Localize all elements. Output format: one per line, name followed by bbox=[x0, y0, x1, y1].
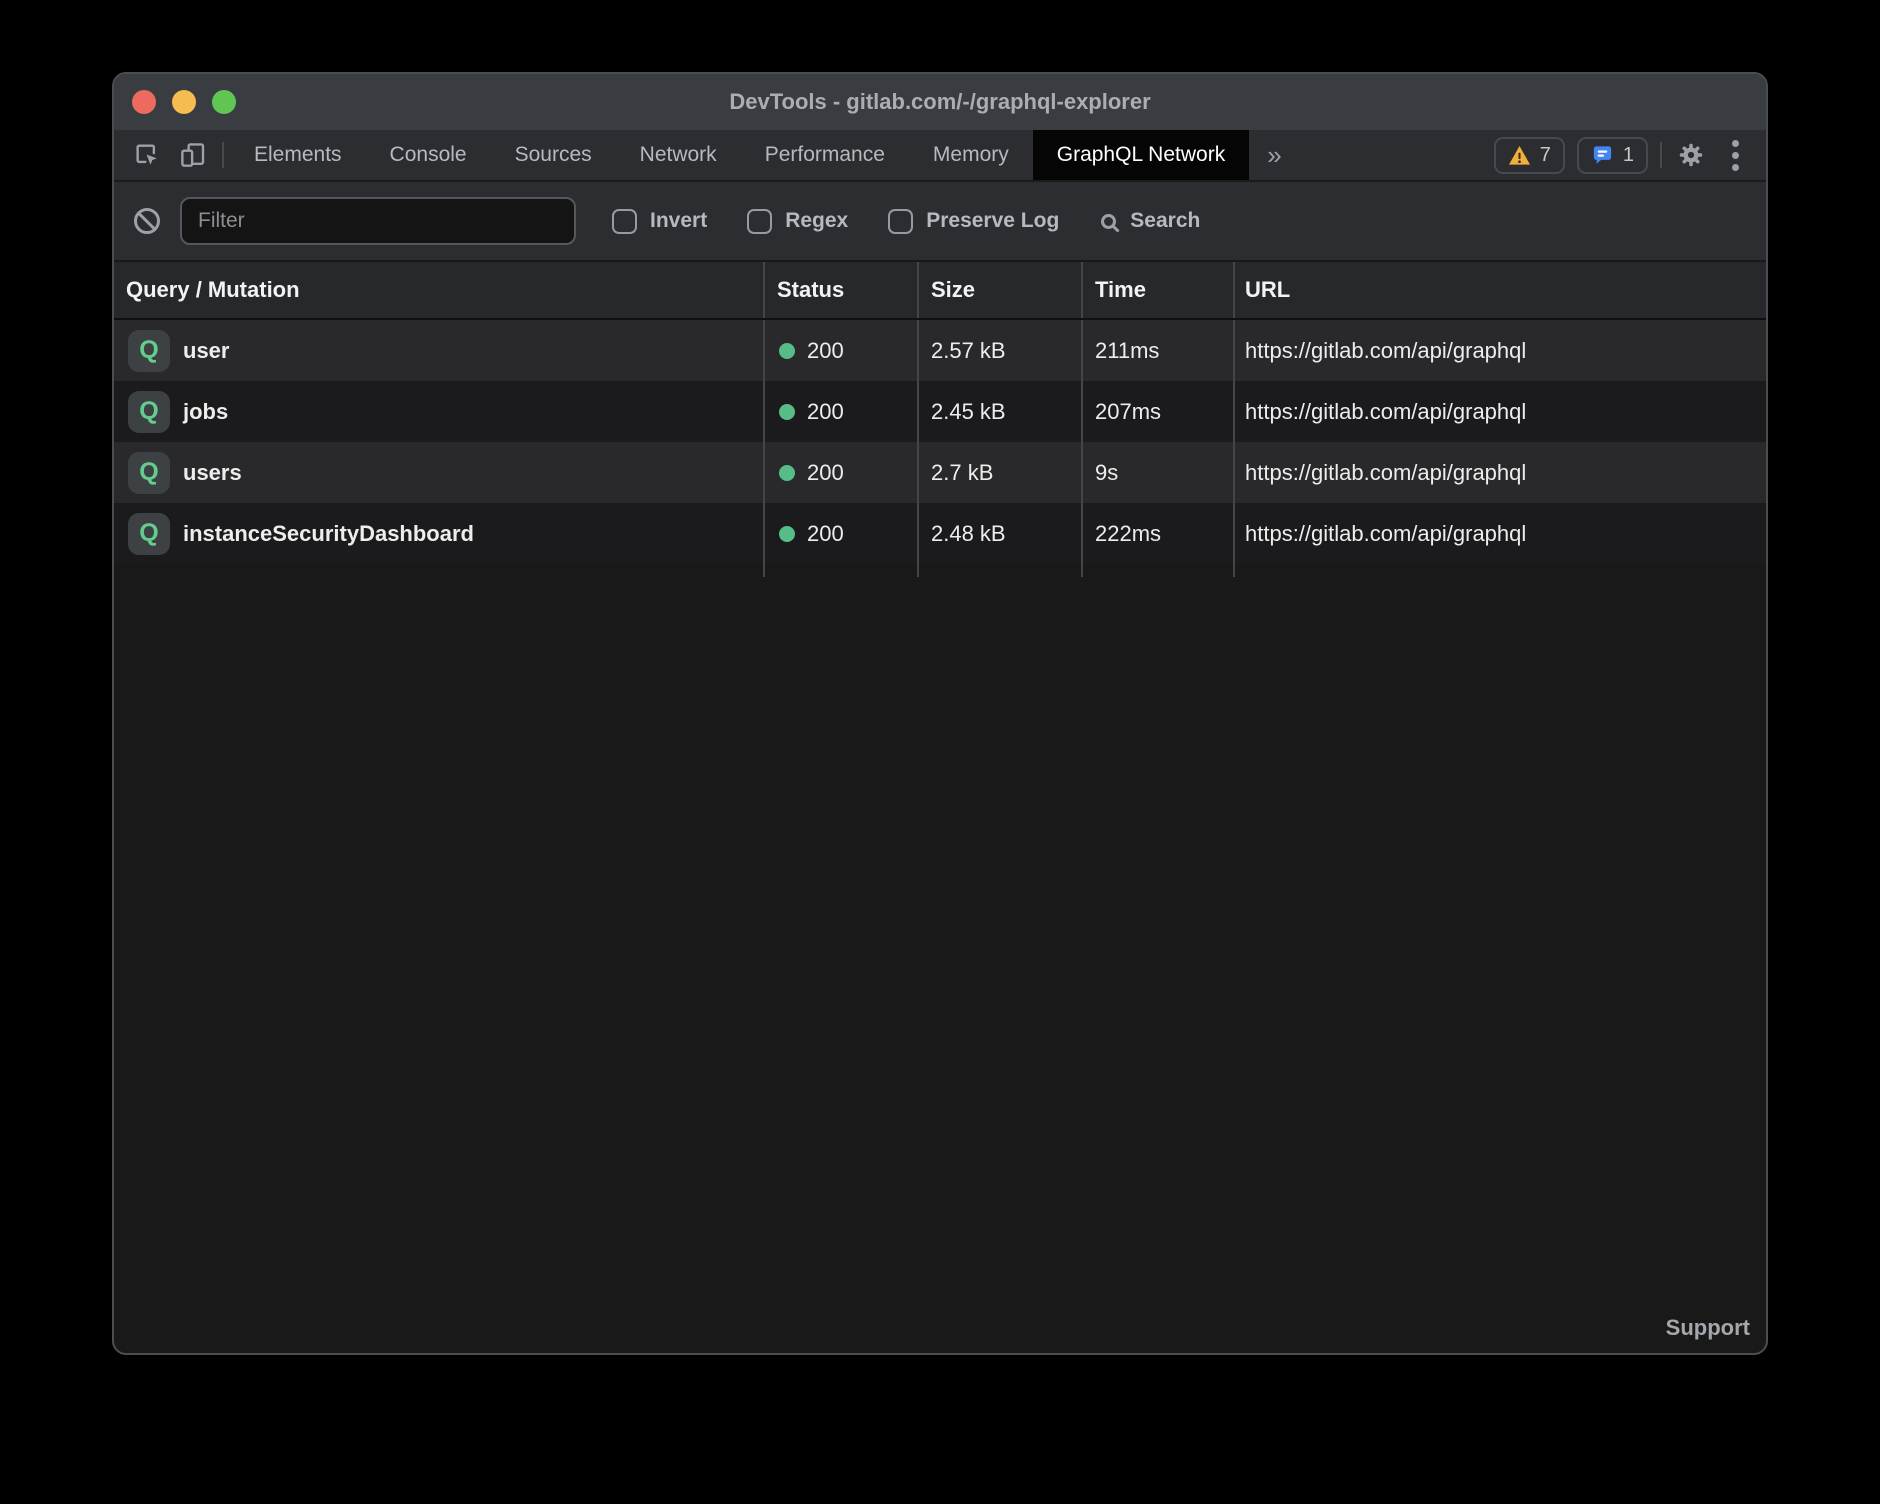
size-cell: 2.57 kB bbox=[919, 320, 1083, 381]
tab-console[interactable]: Console bbox=[366, 130, 491, 180]
close-button[interactable] bbox=[132, 90, 156, 114]
filter-input[interactable] bbox=[180, 197, 576, 245]
graphql-requests-table: Query / Mutation Status Size Time URL Q … bbox=[114, 262, 1766, 577]
warnings-badge[interactable]: 7 bbox=[1494, 137, 1565, 174]
status-ok-dot bbox=[779, 526, 795, 542]
settings-gear-icon[interactable] bbox=[1674, 138, 1708, 172]
devtools-window: DevTools - gitlab.com/-/graphql-explorer bbox=[112, 72, 1768, 1355]
url-cell: https://gitlab.com/api/graphql bbox=[1235, 442, 1766, 503]
tab-performance[interactable]: Performance bbox=[741, 130, 909, 180]
regex-checkbox[interactable]: Regex bbox=[747, 209, 848, 234]
status-code: 200 bbox=[807, 460, 844, 486]
tab-memory[interactable]: Memory bbox=[909, 130, 1033, 180]
time-cell: 222ms bbox=[1083, 503, 1235, 564]
column-header-status[interactable]: Status bbox=[765, 262, 919, 318]
search-control[interactable]: Search bbox=[1101, 209, 1200, 233]
issues-count: 1 bbox=[1623, 144, 1634, 167]
invert-checkbox[interactable]: Invert bbox=[612, 209, 707, 234]
toolbar-divider bbox=[222, 142, 224, 168]
status-code: 200 bbox=[807, 338, 844, 364]
column-header-size[interactable]: Size bbox=[919, 262, 1083, 318]
tab-elements[interactable]: Elements bbox=[230, 130, 366, 180]
filter-toolbar: Invert Regex Preserve Log Search bbox=[114, 182, 1766, 262]
titlebar: DevTools - gitlab.com/-/graphql-explorer bbox=[114, 74, 1766, 130]
query-name: user bbox=[183, 338, 229, 364]
checkbox-box bbox=[888, 209, 913, 234]
query-type-badge: Q bbox=[128, 330, 170, 372]
url-cell: https://gitlab.com/api/graphql bbox=[1235, 503, 1766, 564]
url-cell: https://gitlab.com/api/graphql bbox=[1235, 381, 1766, 442]
device-toolbar-icon[interactable] bbox=[176, 138, 210, 172]
table-row[interactable]: Q user 200 2.57 kB 211ms https://gitlab.… bbox=[114, 320, 1766, 381]
window-title: DevTools - gitlab.com/-/graphql-explorer bbox=[114, 89, 1766, 115]
checkbox-box bbox=[747, 209, 772, 234]
query-cell: Q jobs bbox=[114, 381, 765, 442]
column-separator-tail bbox=[114, 564, 1766, 577]
traffic-lights bbox=[132, 90, 236, 114]
table-row[interactable]: Q users 200 2.7 kB 9s https://gitlab.com… bbox=[114, 442, 1766, 503]
kebab-menu-icon[interactable] bbox=[1720, 138, 1750, 172]
tab-sources[interactable]: Sources bbox=[491, 130, 616, 180]
tool-icons bbox=[114, 130, 222, 180]
query-name: instanceSecurityDashboard bbox=[183, 521, 474, 547]
status-code: 200 bbox=[807, 521, 844, 547]
devtools-tabbar: Elements Console Sources Network Perform… bbox=[114, 130, 1766, 182]
size-cell: 2.7 kB bbox=[919, 442, 1083, 503]
controls-divider bbox=[1660, 142, 1662, 168]
warning-count: 7 bbox=[1540, 144, 1551, 167]
status-cell: 200 bbox=[765, 381, 919, 442]
message-icon bbox=[1591, 144, 1614, 167]
issues-badge[interactable]: 1 bbox=[1577, 137, 1648, 174]
column-header-time[interactable]: Time bbox=[1083, 262, 1235, 318]
preserve-log-label: Preserve Log bbox=[926, 209, 1059, 233]
support-link[interactable]: Support bbox=[1666, 1315, 1750, 1341]
search-label: Search bbox=[1130, 209, 1200, 233]
preserve-log-checkbox[interactable]: Preserve Log bbox=[888, 209, 1059, 234]
table-row[interactable]: Q instanceSecurityDashboard 200 2.48 kB … bbox=[114, 503, 1766, 564]
tab-network[interactable]: Network bbox=[616, 130, 741, 180]
status-ok-dot bbox=[779, 343, 795, 359]
panel-tabs: Elements Console Sources Network Perform… bbox=[230, 130, 1300, 180]
query-type-badge: Q bbox=[128, 452, 170, 494]
size-cell: 2.45 kB bbox=[919, 381, 1083, 442]
time-cell: 207ms bbox=[1083, 381, 1235, 442]
clear-block-icon[interactable] bbox=[134, 208, 160, 234]
query-name: users bbox=[183, 460, 242, 486]
invert-label: Invert bbox=[650, 209, 707, 233]
table-header: Query / Mutation Status Size Time URL bbox=[114, 262, 1766, 320]
minimize-button[interactable] bbox=[172, 90, 196, 114]
status-code: 200 bbox=[807, 399, 844, 425]
checkbox-box bbox=[612, 209, 637, 234]
tab-graphql-network[interactable]: GraphQL Network bbox=[1033, 130, 1249, 180]
query-cell: Q users bbox=[114, 442, 765, 503]
query-cell: Q instanceSecurityDashboard bbox=[114, 503, 765, 564]
time-cell: 211ms bbox=[1083, 320, 1235, 381]
regex-label: Regex bbox=[785, 209, 848, 233]
search-icon bbox=[1101, 214, 1116, 229]
screen: DevTools - gitlab.com/-/graphql-explorer bbox=[0, 0, 1880, 1504]
url-cell: https://gitlab.com/api/graphql bbox=[1235, 320, 1766, 381]
inspect-element-icon[interactable] bbox=[130, 138, 164, 172]
status-ok-dot bbox=[779, 404, 795, 420]
table-row[interactable]: Q jobs 200 2.45 kB 207ms https://gitlab.… bbox=[114, 381, 1766, 442]
status-cell: 200 bbox=[765, 320, 919, 381]
status-cell: 200 bbox=[765, 442, 919, 503]
query-type-badge: Q bbox=[128, 391, 170, 433]
maximize-button[interactable] bbox=[212, 90, 236, 114]
query-cell: Q user bbox=[114, 320, 765, 381]
more-tabs-icon[interactable]: » bbox=[1249, 130, 1299, 180]
query-name: jobs bbox=[183, 399, 228, 425]
column-header-query-mutation[interactable]: Query / Mutation bbox=[114, 262, 765, 318]
status-ok-dot bbox=[779, 465, 795, 481]
query-type-badge: Q bbox=[128, 513, 170, 555]
time-cell: 9s bbox=[1083, 442, 1235, 503]
status-cell: 200 bbox=[765, 503, 919, 564]
size-cell: 2.48 kB bbox=[919, 503, 1083, 564]
tabbar-right-controls: 7 1 bbox=[1494, 130, 1766, 180]
warning-icon bbox=[1508, 145, 1531, 166]
column-header-url[interactable]: URL bbox=[1235, 262, 1766, 318]
